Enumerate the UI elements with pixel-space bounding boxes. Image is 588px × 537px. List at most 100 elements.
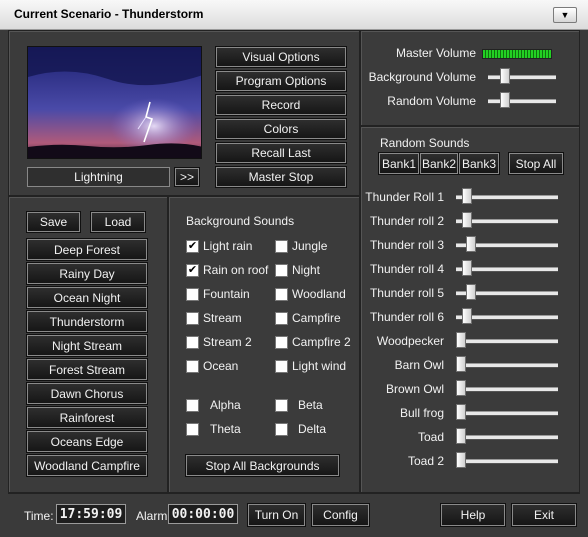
random-sound-slider[interactable] [456,380,466,396]
random-sounds-title: Random Sounds [380,136,470,150]
preview-caption: Lightning [27,167,170,187]
random-sound-track [456,387,558,392]
background-sound-label: Theta [210,422,241,436]
bank-button[interactable]: Bank3 [458,152,500,175]
random-sound-slider[interactable] [466,236,476,252]
background-sound-checkbox[interactable] [275,399,288,412]
background-sound-label: Light rain [203,239,253,253]
random-sound-label: Bull frog [399,406,444,420]
save-button[interactable]: Save [26,211,81,233]
random-volume-slider[interactable] [500,92,510,108]
window-menu-button[interactable]: ▼ [553,7,577,23]
background-sound-checkbox[interactable] [275,336,288,349]
background-sound-checkbox[interactable] [275,264,288,277]
background-sound-checkbox[interactable] [186,423,199,436]
master-volume-label: Master Volume [395,46,476,60]
config-button[interactable]: Config [311,503,370,527]
random-sound-label: Thunder roll 3 [369,238,444,252]
random-sound-track [456,363,558,368]
random-sound-slider[interactable] [462,260,472,276]
background-sound-label: Alpha [210,398,241,412]
random-sound-label: Thunder roll 6 [369,310,444,324]
scenario-item[interactable]: Woodland Campfire [26,454,148,477]
random-sound-slider[interactable] [456,404,466,420]
background-sound-checkbox[interactable] [186,312,199,325]
background-sound-checkbox[interactable] [186,288,199,301]
stop-all-backgrounds-button[interactable]: Stop All Backgrounds [185,454,340,477]
lightning-image [28,47,201,158]
background-sound-checkbox[interactable]: ✔ [186,240,199,253]
background-sound-checkbox[interactable] [275,288,288,301]
scenario-preview-image [27,46,202,159]
random-sound-label: Thunder roll 4 [369,262,444,276]
footer-divider [8,493,580,494]
background-sound-checkbox[interactable] [186,360,199,373]
random-sound-slider[interactable] [456,356,466,372]
background-sound-checkbox[interactable] [186,399,199,412]
bank-button[interactable]: Bank1 [378,152,420,175]
random-sound-slider[interactable] [456,332,466,348]
random-sound-label: Thunder Roll 1 [365,190,444,204]
turn-on-button[interactable]: Turn On [247,503,306,527]
background-sound-label: Campfire [292,311,341,325]
random-sound-label: Toad [417,430,444,444]
random-sound-label: Barn Owl [394,358,444,372]
next-scene-button[interactable]: >> [174,167,200,187]
scenario-item[interactable]: Deep Forest [26,238,148,261]
random-sound-slider[interactable] [462,308,472,324]
background-sound-label: Stream 2 [203,335,252,349]
background-sound-label: Ocean [203,359,239,373]
background-sound-label: Woodland [292,287,346,301]
background-sound-checkbox[interactable] [275,312,288,325]
visual-options-button[interactable]: Visual Options [215,46,347,68]
random-sound-slider[interactable] [462,188,472,204]
background-sound-checkbox[interactable] [275,240,288,253]
master-volume-meter[interactable] [482,49,552,59]
background-volume-track [488,75,556,80]
recall-last-button[interactable]: Recall Last [215,142,347,164]
background-sound-checkbox[interactable] [275,360,288,373]
bank-button[interactable]: Bank2 [419,152,459,175]
random-sound-label: Thunder roll 5 [369,286,444,300]
background-volume-label: Background Volume [368,70,476,84]
background-sound-label: Stream [203,311,242,325]
background-sound-label: Beta [298,398,323,412]
load-button[interactable]: Load [90,211,146,233]
scenario-item[interactable]: Ocean Night [26,286,148,309]
background-volume-slider[interactable] [500,68,510,84]
random-sound-slider[interactable] [462,212,472,228]
record-button[interactable]: Record [215,94,347,116]
background-sound-checkbox[interactable] [186,336,199,349]
random-sound-label: Thunder roll 2 [369,214,444,228]
background-sound-checkbox[interactable]: ✔ [186,264,199,277]
title-bar: Current Scenario - Thunderstorm ▼ [0,0,588,30]
random-sound-slider[interactable] [466,284,476,300]
scenario-item[interactable]: Forest Stream [26,358,148,381]
random-sound-label: Woodpecker [376,334,444,348]
random-volume-track [488,99,556,104]
background-sound-label: Light wind [292,359,347,373]
background-sound-label: Delta [298,422,327,436]
background-sound-label: Night [292,263,321,277]
scenario-item[interactable]: Oceans Edge [26,430,148,453]
random-sound-slider[interactable] [456,452,466,468]
scenario-item[interactable]: Dawn Chorus [26,382,148,405]
stop-all-random-button[interactable]: Stop All [508,152,564,175]
program-options-button[interactable]: Program Options [215,70,347,92]
colors-button[interactable]: Colors [215,118,347,140]
exit-button[interactable]: Exit [511,503,577,527]
background-sounds-title: Background Sounds [186,214,295,228]
alarm-label: Alarm: [136,509,171,523]
scenario-item[interactable]: Rainy Day [26,262,148,285]
help-button[interactable]: Help [440,503,506,527]
window-title: Current Scenario - Thunderstorm [14,7,204,21]
background-sound-label: Jungle [292,239,328,253]
scenario-item[interactable]: Thunderstorm [26,310,148,333]
scenario-item[interactable]: Rainforest [26,406,148,429]
random-sound-slider[interactable] [456,428,466,444]
alarm-display[interactable]: 00:00:00 [168,504,238,524]
master-stop-button[interactable]: Master Stop [215,166,347,188]
background-sound-checkbox[interactable] [275,423,288,436]
scenario-item[interactable]: Night Stream [26,334,148,357]
random-sound-label: Brown Owl [385,382,444,396]
